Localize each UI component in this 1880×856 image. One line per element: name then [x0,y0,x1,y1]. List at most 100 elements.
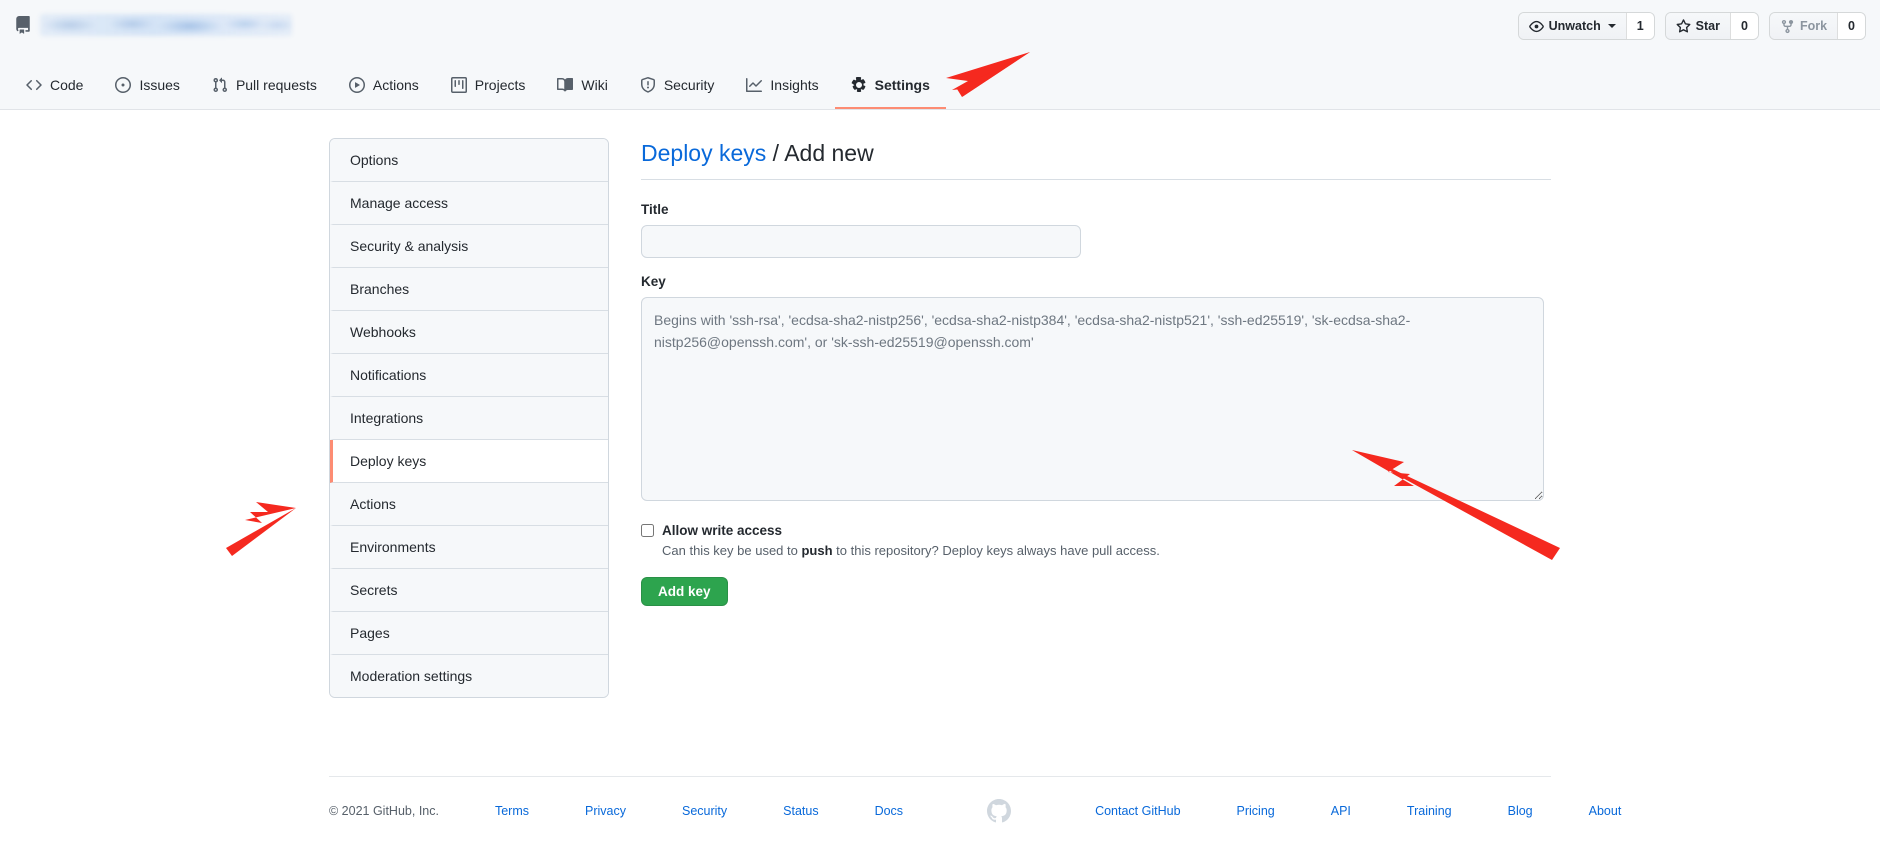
title-label: Title [641,202,669,217]
tab-code[interactable]: Code [10,63,99,109]
sidebar-item-options[interactable]: Options [330,139,608,182]
star-button-group[interactable]: Star 0 [1664,12,1759,40]
settings-sidebar: Options Manage access Security & analysi… [329,138,609,698]
allow-write-access-checkbox[interactable] [641,524,654,537]
fork-label: Fork [1799,19,1828,33]
star-count: 0 [1730,13,1758,39]
breadcrumb-current: Add new [784,140,874,166]
sidebar-item-environments[interactable]: Environments [330,526,608,569]
footer-link-docs[interactable]: Docs [875,804,903,818]
fork-button[interactable]: Fork [1769,13,1838,39]
github-mark-icon [987,799,1012,823]
title-input[interactable] [641,225,1081,258]
allow-write-access-row: Allow write access [641,523,1551,538]
key-field-group: Key [641,274,1551,501]
tab-insights-label: Insights [770,77,819,93]
github-repo-settings-page: Unwatch 1 Star 0 Fork 0 Code Issues Pull… [0,0,1880,856]
play-icon [348,77,365,93]
sidebar-item-deploy-keys[interactable]: Deploy keys [330,440,608,483]
tab-security[interactable]: Security [624,63,731,109]
star-label: Star [1695,19,1720,33]
shield-icon [640,77,656,93]
sidebar-item-integrations[interactable]: Integrations [330,397,608,440]
sidebar-item-branches[interactable]: Branches [330,268,608,311]
sidebar-item-actions[interactable]: Actions [330,483,608,526]
sidebar-item-manage-access[interactable]: Manage access [330,182,608,225]
footer-link-about[interactable]: About [1589,804,1622,818]
note-bold: push [801,543,833,558]
sidebar-item-webhooks[interactable]: Webhooks [330,311,608,354]
main-column: Deploy keys / Add new Title Key Allow wr… [641,138,1551,698]
tab-pull-requests[interactable]: Pull requests [196,63,333,109]
footer-left-links: © 2021 GitHub, Inc. Terms Privacy Securi… [329,804,903,818]
footer-link-security[interactable]: Security [682,804,727,818]
key-textarea[interactable] [641,297,1544,501]
note-post: to this repository? Deploy keys always h… [832,543,1160,558]
tab-insights[interactable]: Insights [730,63,834,109]
note-pre: Can this key be used to [662,543,802,558]
allow-write-access-note: Can this key be used to push to this rep… [662,543,1551,558]
project-board-icon [450,77,467,93]
sidebar-item-secrets[interactable]: Secrets [330,569,608,612]
page-footer: © 2021 GitHub, Inc. Terms Privacy Securi… [0,776,1880,823]
breadcrumb-deploy-keys-link[interactable]: Deploy keys [641,140,766,166]
fork-button-group[interactable]: Fork 0 [1768,12,1866,40]
sidebar-item-notifications[interactable]: Notifications [330,354,608,397]
footer-link-contact-github[interactable]: Contact GitHub [1095,804,1180,818]
sidebar-item-security-analysis[interactable]: Security & analysis [330,225,608,268]
footer-link-privacy[interactable]: Privacy [585,804,626,818]
tab-wiki-label: Wiki [581,77,608,93]
repo-actions: Unwatch 1 Star 0 Fork 0 [1517,12,1866,40]
tab-issues-label: Issues [139,77,180,93]
settings-layout: Options Manage access Security & analysi… [329,110,1551,698]
book-icon [557,77,574,93]
watch-count: 1 [1625,13,1654,39]
tab-issues[interactable]: Issues [99,63,195,109]
unwatch-button-group[interactable]: Unwatch 1 [1517,12,1655,40]
code-icon [26,77,42,93]
fork-count: 0 [1837,13,1865,39]
repo-name-redacted[interactable] [40,14,292,36]
sidebar-item-pages[interactable]: Pages [330,612,608,655]
page-content: Options Manage access Security & analysi… [0,110,1880,698]
footer-link-blog[interactable]: Blog [1508,804,1533,818]
tab-projects[interactable]: Projects [435,63,542,109]
issue-opened-icon [115,77,132,93]
star-icon [1676,18,1691,34]
git-pull-request-icon [212,77,228,93]
footer-link-training[interactable]: Training [1407,804,1452,818]
footer-link-api[interactable]: API [1331,804,1351,818]
tab-security-label: Security [663,77,715,93]
footer-link-terms[interactable]: Terms [495,804,529,818]
tab-actions[interactable]: Actions [333,63,435,109]
footer-copyright: © 2021 GitHub, Inc. [329,804,439,818]
tab-code-label: Code [50,77,84,93]
tab-pull-requests-label: Pull requests [235,77,317,93]
sidebar-item-moderation-settings[interactable]: Moderation settings [330,655,608,697]
tab-actions-label: Actions [372,77,419,93]
repo-header: Unwatch 1 Star 0 Fork 0 Code Issues Pull… [0,0,1880,110]
allow-write-access-label[interactable]: Allow write access [662,523,782,538]
tab-settings-label: Settings [874,77,930,93]
title-field-group: Title [641,202,1551,258]
page-title: Deploy keys / Add new [641,140,1551,180]
star-button[interactable]: Star [1665,13,1730,39]
add-key-button[interactable]: Add key [641,577,728,606]
tab-projects-label: Projects [474,77,526,93]
unwatch-label: Unwatch [1548,19,1601,33]
breadcrumb-separator: / [766,140,785,166]
tab-wiki[interactable]: Wiki [541,63,623,109]
chevron-down-icon [1607,24,1616,28]
tab-settings[interactable]: Settings [834,63,946,109]
footer-link-pricing[interactable]: Pricing [1237,804,1275,818]
repo-icon [14,16,32,34]
key-label: Key [641,274,666,289]
gear-icon [851,77,867,93]
unwatch-button[interactable]: Unwatch [1518,13,1626,39]
graph-icon [746,77,763,93]
repo-nav-tabs: Code Issues Pull requests Actions Projec… [0,61,1880,109]
repo-title [14,14,292,36]
eye-icon [1528,19,1544,34]
fork-icon [1780,19,1795,34]
footer-link-status[interactable]: Status [783,804,818,818]
